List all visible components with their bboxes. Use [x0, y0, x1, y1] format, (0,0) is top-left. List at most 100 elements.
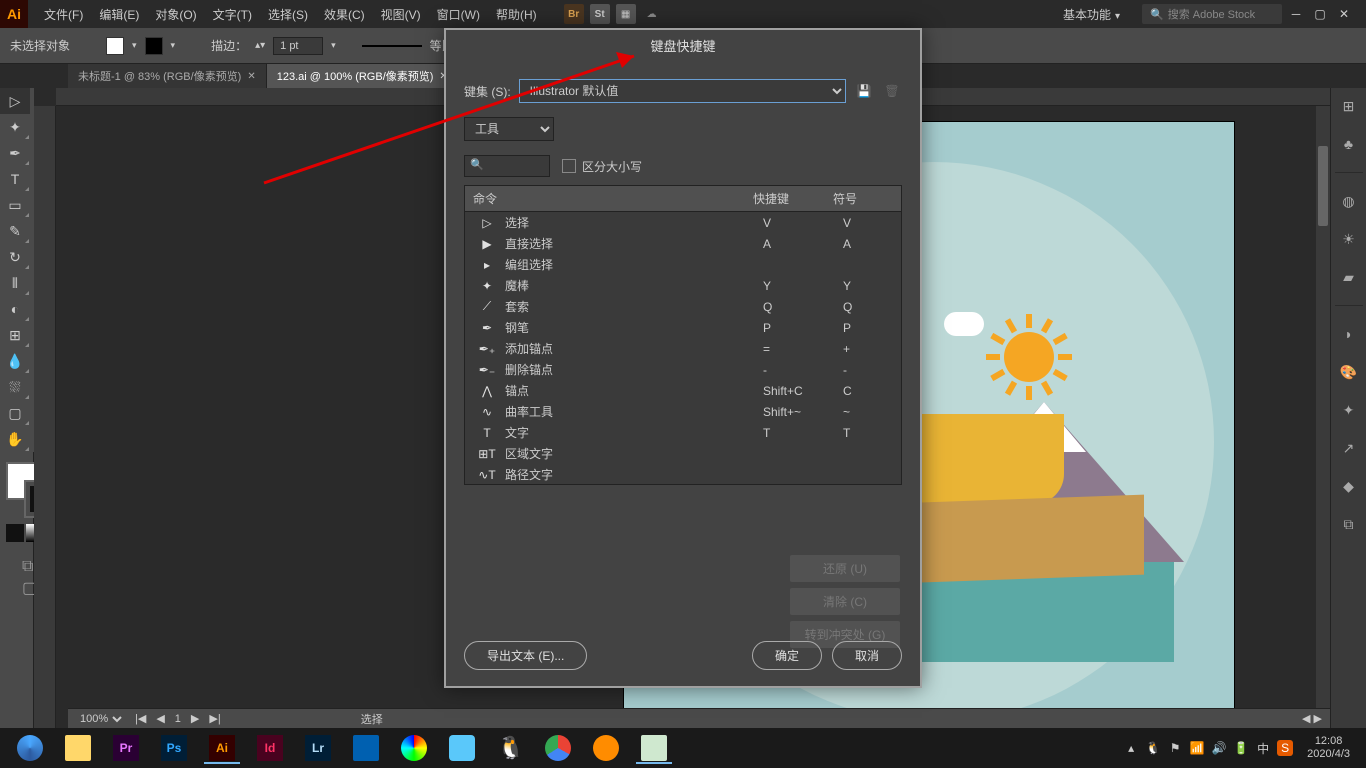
- menu-edit[interactable]: 编辑(E): [91, 6, 147, 23]
- cloud-icon[interactable]: ☁: [642, 4, 662, 24]
- scrollbar-h-nav[interactable]: ◀ ▶: [1302, 712, 1322, 725]
- table-row[interactable]: ⟋套索QQ: [465, 296, 901, 317]
- taskbar-photoshop-icon[interactable]: Ps: [152, 732, 196, 764]
- col-header-shortcut[interactable]: 快捷键: [753, 190, 833, 207]
- taskbar-app-2-icon[interactable]: [392, 732, 436, 764]
- arrange-icon[interactable]: ▦: [616, 4, 636, 24]
- table-row[interactable]: ∿曲率工具Shift+~~: [465, 401, 901, 422]
- bridge-icon[interactable]: Br: [564, 4, 584, 24]
- panel-appearance-icon[interactable]: ◆: [1339, 476, 1359, 496]
- category-dropdown[interactable]: 工具: [464, 117, 554, 141]
- taskbar-notepad-icon[interactable]: [632, 732, 676, 764]
- stroke-weight-input[interactable]: [273, 37, 323, 55]
- tray-volume-icon[interactable]: 🔊: [1211, 740, 1227, 756]
- ok-button[interactable]: 确定: [752, 641, 822, 670]
- shape-builder-tool[interactable]: ◐: [0, 296, 30, 322]
- menu-select[interactable]: 选择(S): [260, 6, 316, 23]
- panel-swatches-icon[interactable]: ☀: [1339, 229, 1359, 249]
- document-tab-2[interactable]: 123.ai @ 100% (RGB/像素预览) ✕: [267, 64, 459, 88]
- taskbar-indesign-icon[interactable]: Id: [248, 732, 292, 764]
- tray-sogou-icon[interactable]: S: [1277, 740, 1293, 756]
- table-row[interactable]: ✦魔棒YY: [465, 275, 901, 296]
- table-row[interactable]: ▷选择VV: [465, 212, 901, 233]
- nav-next-icon[interactable]: ▶: [191, 712, 199, 725]
- tray-ime-icon[interactable]: 中: [1255, 740, 1271, 756]
- col-header-command[interactable]: 命令: [473, 190, 753, 207]
- table-row[interactable]: ✒₋删除锚点--: [465, 359, 901, 380]
- taskbar-browser-icon[interactable]: [8, 732, 52, 764]
- tab-close-icon[interactable]: ✕: [247, 71, 255, 82]
- artboard-number[interactable]: 1: [175, 713, 181, 725]
- panel-brushes-icon[interactable]: 🎨: [1339, 362, 1359, 382]
- rotate-tool[interactable]: ↻: [0, 244, 30, 270]
- menu-object[interactable]: 对象(O): [147, 6, 204, 23]
- color-mode-fill[interactable]: [6, 524, 24, 542]
- menu-effect[interactable]: 效果(C): [316, 6, 373, 23]
- taskbar-app-3-icon[interactable]: [440, 732, 484, 764]
- stroke-stepper[interactable]: ▴▾: [255, 40, 265, 51]
- panel-gradient-icon[interactable]: ▰: [1339, 267, 1359, 287]
- tray-qq-icon[interactable]: 🐧: [1145, 740, 1161, 756]
- taskbar-illustrator-icon[interactable]: Ai: [200, 732, 244, 764]
- panel-symbols-icon[interactable]: ✦: [1339, 400, 1359, 420]
- hand-tool[interactable]: ✋: [0, 426, 30, 452]
- stock-icon[interactable]: St: [590, 4, 610, 24]
- save-keyset-icon[interactable]: 💾: [854, 81, 874, 101]
- taskbar-app-4-icon[interactable]: [584, 732, 628, 764]
- pen-tool[interactable]: ✒: [0, 140, 30, 166]
- table-row[interactable]: ▶直接选择AA: [465, 233, 901, 254]
- table-row[interactable]: ⋀锚点Shift+CC: [465, 380, 901, 401]
- stroke-dropdown[interactable]: ▾: [171, 40, 176, 51]
- taskbar-explorer-icon[interactable]: [56, 732, 100, 764]
- panel-libraries-icon[interactable]: ♣: [1339, 134, 1359, 154]
- tray-flag-icon[interactable]: ⚑: [1167, 740, 1183, 756]
- fill-swatch[interactable]: [106, 37, 124, 55]
- stroke-weight-dropdown[interactable]: ▾: [331, 40, 336, 51]
- selection-tool[interactable]: ▷: [0, 88, 30, 114]
- taskbar-lightroom-icon[interactable]: Lr: [296, 732, 340, 764]
- mesh-tool[interactable]: ⊞: [0, 322, 30, 348]
- cancel-button[interactable]: 取消: [832, 641, 902, 670]
- taskbar-qq-icon[interactable]: 🐧: [488, 732, 532, 764]
- tray-chevron-icon[interactable]: ▴: [1123, 740, 1139, 756]
- close-button[interactable]: ✕: [1334, 4, 1354, 24]
- taskbar-clock[interactable]: 12:08 2020/4/3: [1299, 735, 1358, 761]
- menu-file[interactable]: 文件(F): [36, 6, 91, 23]
- panel-properties-icon[interactable]: ⊞: [1339, 96, 1359, 116]
- artboard-tool[interactable]: ▢: [0, 400, 30, 426]
- search-stock-input[interactable]: 🔍 搜索 Adobe Stock: [1142, 4, 1282, 24]
- taskbar-chrome-icon[interactable]: [536, 732, 580, 764]
- scrollbar-vertical[interactable]: [1316, 106, 1330, 728]
- table-row[interactable]: ✒₊添加锚点=+: [465, 338, 901, 359]
- document-tab-1[interactable]: 未标题-1 @ 83% (RGB/像素预览) ✕: [68, 64, 267, 88]
- width-tool[interactable]: ⫴: [0, 270, 30, 296]
- tray-network-icon[interactable]: 📶: [1189, 740, 1205, 756]
- table-row[interactable]: ▸编组选择: [465, 254, 901, 275]
- symbol-sprayer-tool[interactable]: ⛆: [0, 374, 30, 400]
- table-row[interactable]: T文字TT: [465, 422, 901, 443]
- screen-mode-icons[interactable]: ⧉: [22, 558, 33, 576]
- panel-stroke-icon[interactable]: ◗: [1339, 324, 1359, 344]
- stroke-style-preview[interactable]: [362, 45, 422, 47]
- delete-keyset-icon[interactable]: 🗑: [882, 81, 902, 101]
- minimize-button[interactable]: ─: [1286, 4, 1306, 24]
- menu-help[interactable]: 帮助(H): [488, 6, 545, 23]
- table-row[interactable]: ⊞T区域文字: [465, 443, 901, 464]
- stroke-swatch[interactable]: [145, 37, 163, 55]
- zoom-dropdown[interactable]: 100%: [76, 712, 125, 726]
- taskbar-premiere-icon[interactable]: Pr: [104, 732, 148, 764]
- magic-wand-tool[interactable]: ✦: [0, 114, 30, 140]
- table-body[interactable]: ▷选择VV▶直接选择AA▸编组选择✦魔棒YY⟋套索QQ✒钢笔PP✒₊添加锚点=+…: [465, 212, 901, 482]
- table-row[interactable]: ✒钢笔PP: [465, 317, 901, 338]
- nav-prev-icon[interactable]: ◀: [156, 712, 164, 725]
- keyset-dropdown[interactable]: Illustrator 默认值: [519, 79, 846, 103]
- panel-layers-icon[interactable]: ⧉: [1339, 514, 1359, 534]
- rectangle-tool[interactable]: ▭: [0, 192, 30, 218]
- type-tool[interactable]: T: [0, 166, 30, 192]
- panel-transparency-icon[interactable]: ↗: [1339, 438, 1359, 458]
- taskbar-app-1-icon[interactable]: [344, 732, 388, 764]
- menu-type[interactable]: 文字(T): [205, 6, 260, 23]
- maximize-button[interactable]: ▢: [1310, 4, 1330, 24]
- nav-last-icon[interactable]: ▶|: [209, 712, 220, 725]
- workspace-dropdown[interactable]: 基本功能: [1055, 2, 1138, 27]
